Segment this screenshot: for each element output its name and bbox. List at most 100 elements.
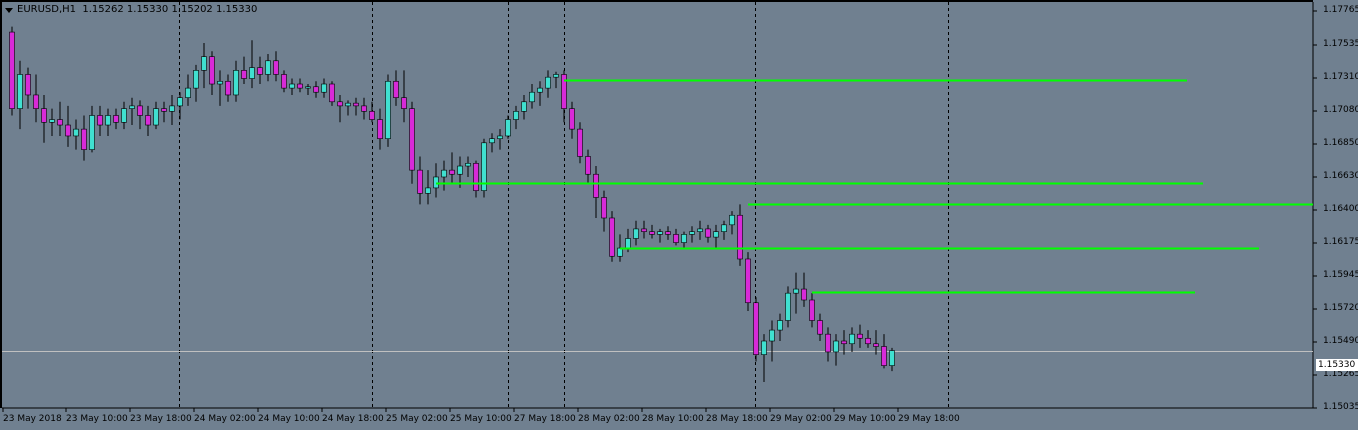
candle-bull [265,60,271,75]
candle-bear [113,115,119,123]
candle-bull [793,288,799,294]
candle-bear [705,228,711,238]
candle-bull [761,340,767,355]
candle-bull [785,292,791,321]
candle-bear [473,163,479,191]
candle-bull [657,231,663,235]
candle-bull [153,108,159,126]
price-tick: 1.17765 [1323,5,1358,15]
candle-bull [729,214,735,226]
candle-bull [425,187,431,194]
candle-bull [129,105,135,109]
candle-bull [73,128,79,137]
candle-bull [105,115,111,126]
time-tick: 27 May 18:00 [514,414,576,424]
candle-bear [41,108,47,123]
candle-bear [601,197,607,219]
candle-bear [825,333,831,353]
chart-canvas[interactable] [0,0,1358,430]
time-tick: 28 May 10:00 [642,414,704,424]
candle-bull [217,80,223,85]
candle-bull [385,80,391,140]
candle-bull [433,176,439,189]
candle-bear [337,101,343,107]
time-tick: 24 May 10:00 [258,414,320,424]
candle-bear [377,119,383,140]
time-tick: 24 May 18:00 [322,414,384,424]
time-tick: 24 May 02:00 [194,414,256,424]
time-tick: 29 May 18:00 [898,414,960,424]
candle-bear [33,94,39,109]
time-tick: 23 May 18:00 [130,414,192,424]
candle-bull [537,87,543,93]
candle-bear [225,80,231,96]
candle-bear [329,83,335,103]
candle-bull [89,115,95,150]
candle-bear [65,124,71,137]
price-tick: 1.15945 [1323,270,1358,280]
candle-bear [137,105,143,116]
candle-bull [441,169,447,178]
candle-bear [57,119,63,126]
price-tick: 1.17310 [1323,72,1358,82]
candle-bear [97,115,103,126]
price-tick: 1.17535 [1323,39,1358,49]
price-tick: 1.15490 [1323,336,1358,346]
time-tick: 25 May 02:00 [386,414,448,424]
candle-bull [233,70,239,96]
candle-bull [121,108,127,123]
candle-bear [641,228,647,232]
candle-bear [809,299,815,321]
candle-bear [281,74,287,89]
candle-bear [313,86,319,93]
candle-bull [849,333,855,345]
candle-bull [529,91,535,103]
time-tick: 23 May 10:00 [66,414,128,424]
candle-bear [273,60,279,75]
candle-bear [241,70,247,79]
candle-bear [353,102,359,107]
candle-bear [577,128,583,157]
chart-window[interactable]: { "header": { "symbol_timeframe": "EURUS… [0,0,1358,430]
candle-bull [777,320,783,331]
price-tick: 1.16175 [1323,237,1358,247]
candle-bull [305,86,311,89]
current-price-label: 1.15330 [1316,359,1358,371]
candle-bear [673,234,679,243]
price-tick: 1.16850 [1323,138,1358,148]
candle-bear [409,108,415,171]
candle-bear [209,56,215,85]
time-tick: 28 May 02:00 [578,414,640,424]
candle-bull [17,74,23,109]
candle-bull [889,350,895,366]
price-tick: 1.17080 [1323,105,1358,115]
candle-bull [633,228,639,239]
candle-bull [185,87,191,98]
symbol-timeframe: EURUSD,H1 [17,4,77,15]
time-tick: 29 May 10:00 [834,414,896,424]
candle-bear [449,169,455,175]
candle-bear [585,156,591,175]
candle-bear [417,169,423,194]
candle-bear [145,115,151,126]
candle-bull [177,97,183,107]
candle-bull [833,340,839,353]
candle-bear [297,83,303,89]
candle-bear [609,217,615,257]
candle-bull [289,83,295,89]
candle-bull [553,74,559,78]
candle-bear [361,105,367,112]
candle-bull [169,105,175,112]
candle-bull [193,70,199,89]
candle-bull [505,119,511,137]
candle-bull [465,163,471,167]
time-tick: 29 May 02:00 [770,414,832,424]
candle-bear [569,108,575,130]
candle-bull [769,329,775,342]
candle-bear [649,231,655,235]
time-tick: 28 May 18:00 [706,414,768,424]
candle-bear [593,173,599,198]
candle-bull [49,119,55,123]
candle-bear [737,214,743,260]
chevron-down-icon[interactable] [5,8,13,13]
